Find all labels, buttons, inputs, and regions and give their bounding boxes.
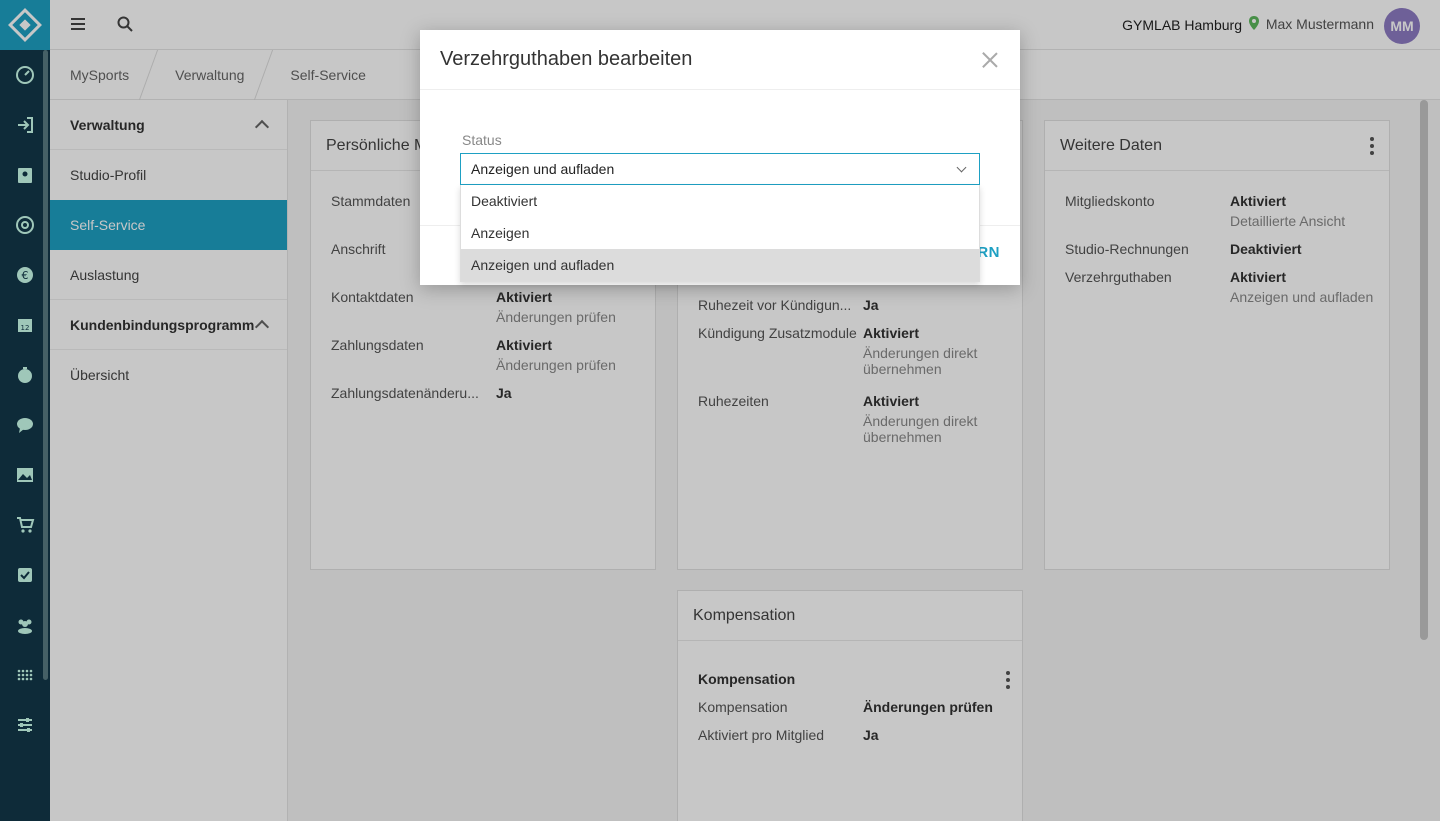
chevron-down-icon [956, 162, 967, 173]
status-select[interactable]: Anzeigen und aufladen [460, 153, 980, 185]
edit-dialog: Verzehrguthaben bearbeiten Status RN Anz… [420, 30, 1020, 285]
status-label: Status [462, 132, 502, 148]
option-anzeigen[interactable]: Anzeigen [461, 217, 979, 249]
select-value: Anzeigen und aufladen [471, 161, 615, 177]
option-deaktiviert[interactable]: Deaktiviert [461, 185, 979, 217]
dialog-title: Verzehrguthaben bearbeiten [440, 48, 693, 70]
close-icon[interactable] [982, 52, 998, 68]
save-button[interactable]: RN [977, 244, 1000, 261]
status-dropdown: Deaktiviert Anzeigen Anzeigen und auflad… [460, 185, 980, 282]
option-anzeigen-und-aufladen[interactable]: Anzeigen und aufladen [461, 249, 979, 281]
